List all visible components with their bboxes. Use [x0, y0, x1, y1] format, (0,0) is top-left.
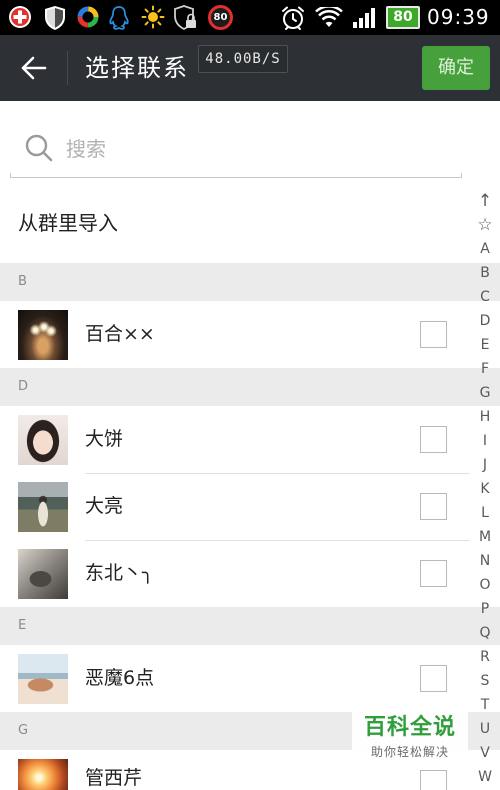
index-letter[interactable]: C	[470, 285, 500, 309]
contact-name: 大饼	[85, 428, 124, 450]
avatar	[18, 549, 68, 599]
contact-checkbox[interactable]	[420, 770, 447, 790]
avatar	[18, 654, 68, 704]
contact-checkbox[interactable]	[420, 493, 447, 520]
back-button[interactable]	[14, 49, 54, 87]
index-letter[interactable]: O	[470, 573, 500, 597]
contact-checkbox[interactable]	[420, 560, 447, 587]
index-letter[interactable]: H	[470, 405, 500, 429]
index-letter[interactable]: I	[470, 429, 500, 453]
avatar	[18, 310, 68, 360]
arrow-left-icon	[21, 56, 47, 80]
add-circle-icon	[8, 5, 32, 29]
index-letter[interactable]: S	[470, 669, 500, 693]
index-letter[interactable]: D	[470, 309, 500, 333]
status-bar: 80 80 09:39	[0, 0, 500, 35]
index-letter[interactable]: E	[470, 333, 500, 357]
section-header: E	[0, 607, 500, 645]
watermark: 百科全说 助你轻松解决	[352, 709, 468, 767]
section-header: D	[0, 368, 500, 406]
wifi-icon	[315, 7, 343, 29]
import-from-group-row[interactable]: 从群里导入	[0, 183, 470, 263]
contact-row[interactable]: 大亮	[0, 473, 500, 540]
index-letter[interactable]: N	[470, 549, 500, 573]
weather-sun-icon	[141, 5, 165, 29]
index-letter[interactable]: W	[470, 765, 500, 789]
page-title: 选择联系	[85, 54, 189, 82]
index-letter[interactable]: J	[470, 453, 500, 477]
signal-icon	[352, 7, 378, 29]
header-divider	[67, 51, 68, 85]
contact-row[interactable]: 东北丶╮	[0, 540, 500, 607]
lock-shield-icon	[174, 5, 198, 31]
index-letter[interactable]: A	[470, 237, 500, 261]
notification-count-badge: 80	[208, 5, 233, 30]
index-letter[interactable]: Q	[470, 621, 500, 645]
index-letter[interactable]: P	[470, 597, 500, 621]
contact-name: 管西芹	[85, 767, 143, 789]
security-360-icon	[76, 5, 100, 29]
index-letter[interactable]: L	[470, 501, 500, 525]
contact-name: 大亮	[85, 495, 124, 517]
alphabet-index-bar[interactable]: ↑ ☆ A B C D E F G H I J K L M N O P Q R …	[470, 189, 500, 789]
search-underline	[10, 173, 462, 178]
contact-name: 东北丶╮	[85, 562, 154, 584]
contact-checkbox[interactable]	[420, 321, 447, 348]
index-letter[interactable]: U	[470, 717, 500, 741]
watermark-subtitle: 助你轻松解决	[370, 745, 449, 759]
watermark-title: 百科全说	[363, 715, 456, 740]
avatar	[18, 482, 68, 532]
contact-checkbox[interactable]	[420, 426, 447, 453]
search-input[interactable]	[62, 128, 452, 170]
section-header: B	[0, 263, 500, 301]
index-letter[interactable]: F	[470, 357, 500, 381]
contact-name: 恶魔6点	[85, 667, 155, 689]
index-item-top[interactable]: ↑	[470, 189, 500, 213]
contact-name: 百合××	[85, 323, 155, 345]
index-letter[interactable]: K	[470, 477, 500, 501]
index-letter[interactable]: B	[470, 261, 500, 285]
confirm-button[interactable]: 确定	[422, 46, 490, 90]
title-bar: 选择联系 48.00B/S 确定	[0, 35, 500, 101]
battery-icon: 80	[386, 6, 420, 29]
index-letter[interactable]: V	[470, 741, 500, 765]
search-icon	[24, 133, 54, 163]
qq-icon	[108, 5, 130, 31]
shield-icon	[44, 5, 66, 31]
contact-row[interactable]: 百合××	[0, 301, 500, 368]
avatar	[18, 415, 68, 465]
network-speed-overlay: 48.00B/S	[198, 45, 288, 73]
import-from-group-label: 从群里导入	[18, 211, 118, 235]
index-letter[interactable]: G	[470, 381, 500, 405]
index-letter[interactable]: T	[470, 693, 500, 717]
status-time: 09:39	[427, 5, 490, 29]
contact-row[interactable]: 恶魔6点	[0, 645, 500, 712]
contact-checkbox[interactable]	[420, 665, 447, 692]
index-letter[interactable]: R	[470, 645, 500, 669]
index-item-starred[interactable]: ☆	[470, 213, 500, 237]
alarm-icon	[280, 5, 306, 31]
index-letter[interactable]: M	[470, 525, 500, 549]
contact-row[interactable]: 大饼	[0, 406, 500, 473]
avatar	[18, 759, 68, 790]
